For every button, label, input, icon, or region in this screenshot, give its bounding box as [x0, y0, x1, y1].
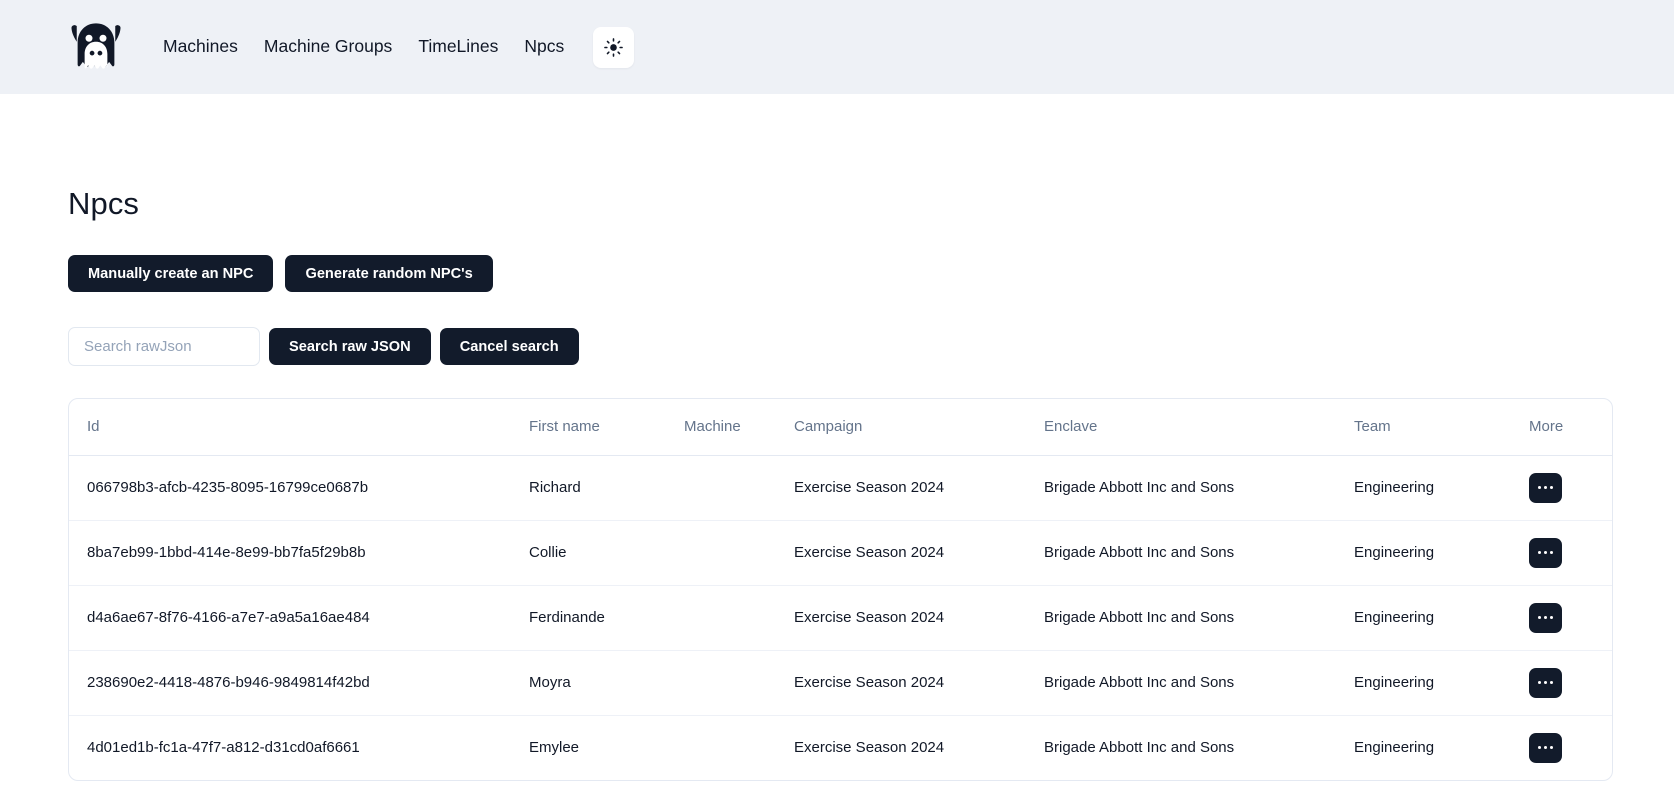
- cell-id: 4d01ed1b-fc1a-47f7-a812-d31cd0af6661: [87, 739, 360, 757]
- row-more-button[interactable]: [1529, 472, 1562, 503]
- cell-machine: [684, 520, 794, 586]
- sun-icon: [604, 37, 624, 57]
- action-button-row: Manually create an NPC Generate random N…: [68, 255, 1606, 292]
- cell-team: Engineering: [1354, 650, 1529, 716]
- cell-id: 066798b3-afcb-4235-8095-16799ce0687b: [69, 455, 529, 521]
- nav-link-machine-groups[interactable]: Machine Groups: [251, 38, 405, 56]
- cell-machine: [684, 650, 794, 716]
- column-header-first-name[interactable]: First name: [529, 399, 684, 456]
- nav-link-timelines[interactable]: TimeLines: [405, 38, 511, 56]
- generate-random-npcs-button[interactable]: Generate random NPC's: [285, 255, 493, 292]
- table-row[interactable]: 4d01ed1b-fc1a-47f7-a812-d31cd0af6661 Emy…: [69, 715, 1612, 780]
- npcs-table-container: Id First name Machine Campaign Enclave T…: [68, 398, 1613, 781]
- row-more-button[interactable]: [1529, 537, 1562, 568]
- cell-first-name: Richard: [529, 455, 684, 521]
- cell-team: Engineering: [1354, 520, 1529, 586]
- cell-machine: [684, 585, 794, 651]
- column-header-campaign[interactable]: Campaign: [794, 399, 1044, 456]
- cell-team: Engineering: [1354, 739, 1435, 757]
- table-row[interactable]: d4a6ae67-8f76-4166-a7e7-a9a5a16ae484 Fer…: [69, 585, 1612, 651]
- cell-campaign: Exercise Season 2024: [794, 739, 945, 757]
- npcs-table: Id First name Machine Campaign Enclave T…: [69, 399, 1612, 780]
- cancel-search-button[interactable]: Cancel search: [439, 328, 579, 365]
- column-header-id[interactable]: Id: [69, 399, 529, 456]
- table-body: 066798b3-afcb-4235-8095-16799ce0687b Ric…: [69, 455, 1612, 780]
- cell-first-name: Emylee: [529, 739, 580, 757]
- table-header-row: Id First name Machine Campaign Enclave T…: [69, 399, 1612, 456]
- page-title: Npcs: [68, 186, 140, 221]
- search-raw-json-button[interactable]: Search raw JSON: [269, 328, 431, 365]
- cell-team: Engineering: [1354, 455, 1529, 521]
- ellipsis-icon: [1537, 550, 1554, 555]
- manually-create-npc-button[interactable]: Manually create an NPC: [68, 255, 274, 292]
- cell-machine: [684, 455, 794, 521]
- cell-enclave: Brigade Abbott Inc and Sons: [1044, 455, 1354, 521]
- top-navbar: Machines Machine Groups TimeLines Npcs: [0, 0, 1674, 94]
- column-header-more: More: [1529, 399, 1612, 456]
- cell-campaign: Exercise Season 2024: [794, 455, 1044, 521]
- cell-enclave: Brigade Abbott Inc and Sons: [1044, 585, 1354, 651]
- cell-more: [1529, 585, 1612, 651]
- cell-machine: [684, 715, 794, 780]
- cell-more: [1529, 650, 1612, 716]
- row-more-button[interactable]: [1529, 602, 1562, 633]
- cell-campaign: Exercise Season 2024: [794, 650, 1044, 716]
- primary-nav: Machines Machine Groups TimeLines Npcs: [150, 26, 635, 68]
- table-row[interactable]: 066798b3-afcb-4235-8095-16799ce0687b Ric…: [69, 455, 1612, 521]
- cell-enclave: Brigade Abbott Inc and Sons: [1044, 739, 1235, 757]
- nav-link-npcs[interactable]: Npcs: [511, 38, 577, 56]
- column-header-team[interactable]: Team: [1354, 399, 1529, 456]
- cell-team: Engineering: [1354, 585, 1529, 651]
- cell-campaign: Exercise Season 2024: [794, 520, 1044, 586]
- cell-first-name: Ferdinande: [529, 585, 684, 651]
- ellipsis-icon: [1537, 680, 1554, 685]
- table-row[interactable]: 8ba7eb99-1bbd-414e-8e99-bb7fa5f29b8b Col…: [69, 520, 1612, 586]
- cell-first-name: Moyra: [529, 650, 684, 716]
- cell-enclave: Brigade Abbott Inc and Sons: [1044, 520, 1354, 586]
- search-row: Search raw JSON Cancel search: [68, 327, 1606, 366]
- cell-more: [1529, 520, 1612, 586]
- main-content: Npcs Manually create an NPC Generate ran…: [0, 186, 1674, 781]
- cell-enclave: Brigade Abbott Inc and Sons: [1044, 650, 1354, 716]
- column-header-enclave[interactable]: Enclave: [1044, 399, 1354, 456]
- cell-id: 238690e2-4418-4876-b946-9849814f42bd: [69, 650, 529, 716]
- ghost-logo-icon[interactable]: [68, 19, 124, 75]
- cell-id: 8ba7eb99-1bbd-414e-8e99-bb7fa5f29b8b: [69, 520, 529, 586]
- theme-toggle-button[interactable]: [593, 26, 635, 68]
- row-more-button[interactable]: [1529, 732, 1562, 763]
- column-header-machine[interactable]: Machine: [684, 399, 794, 456]
- cell-first-name: Collie: [529, 520, 684, 586]
- cell-more: [1529, 455, 1612, 521]
- nav-link-machines[interactable]: Machines: [150, 38, 251, 56]
- table-row[interactable]: 238690e2-4418-4876-b946-9849814f42bd Moy…: [69, 650, 1612, 716]
- ellipsis-icon: [1537, 615, 1554, 620]
- ellipsis-icon: [1537, 746, 1554, 750]
- ellipsis-icon: [1537, 485, 1554, 490]
- cell-campaign: Exercise Season 2024: [794, 585, 1044, 651]
- table-header: Id First name Machine Campaign Enclave T…: [69, 399, 1612, 456]
- cell-id: d4a6ae67-8f76-4166-a7e7-a9a5a16ae484: [69, 585, 529, 651]
- search-rawjson-input[interactable]: [68, 327, 260, 366]
- row-more-button[interactable]: [1529, 667, 1562, 698]
- cell-more: [1529, 715, 1612, 780]
